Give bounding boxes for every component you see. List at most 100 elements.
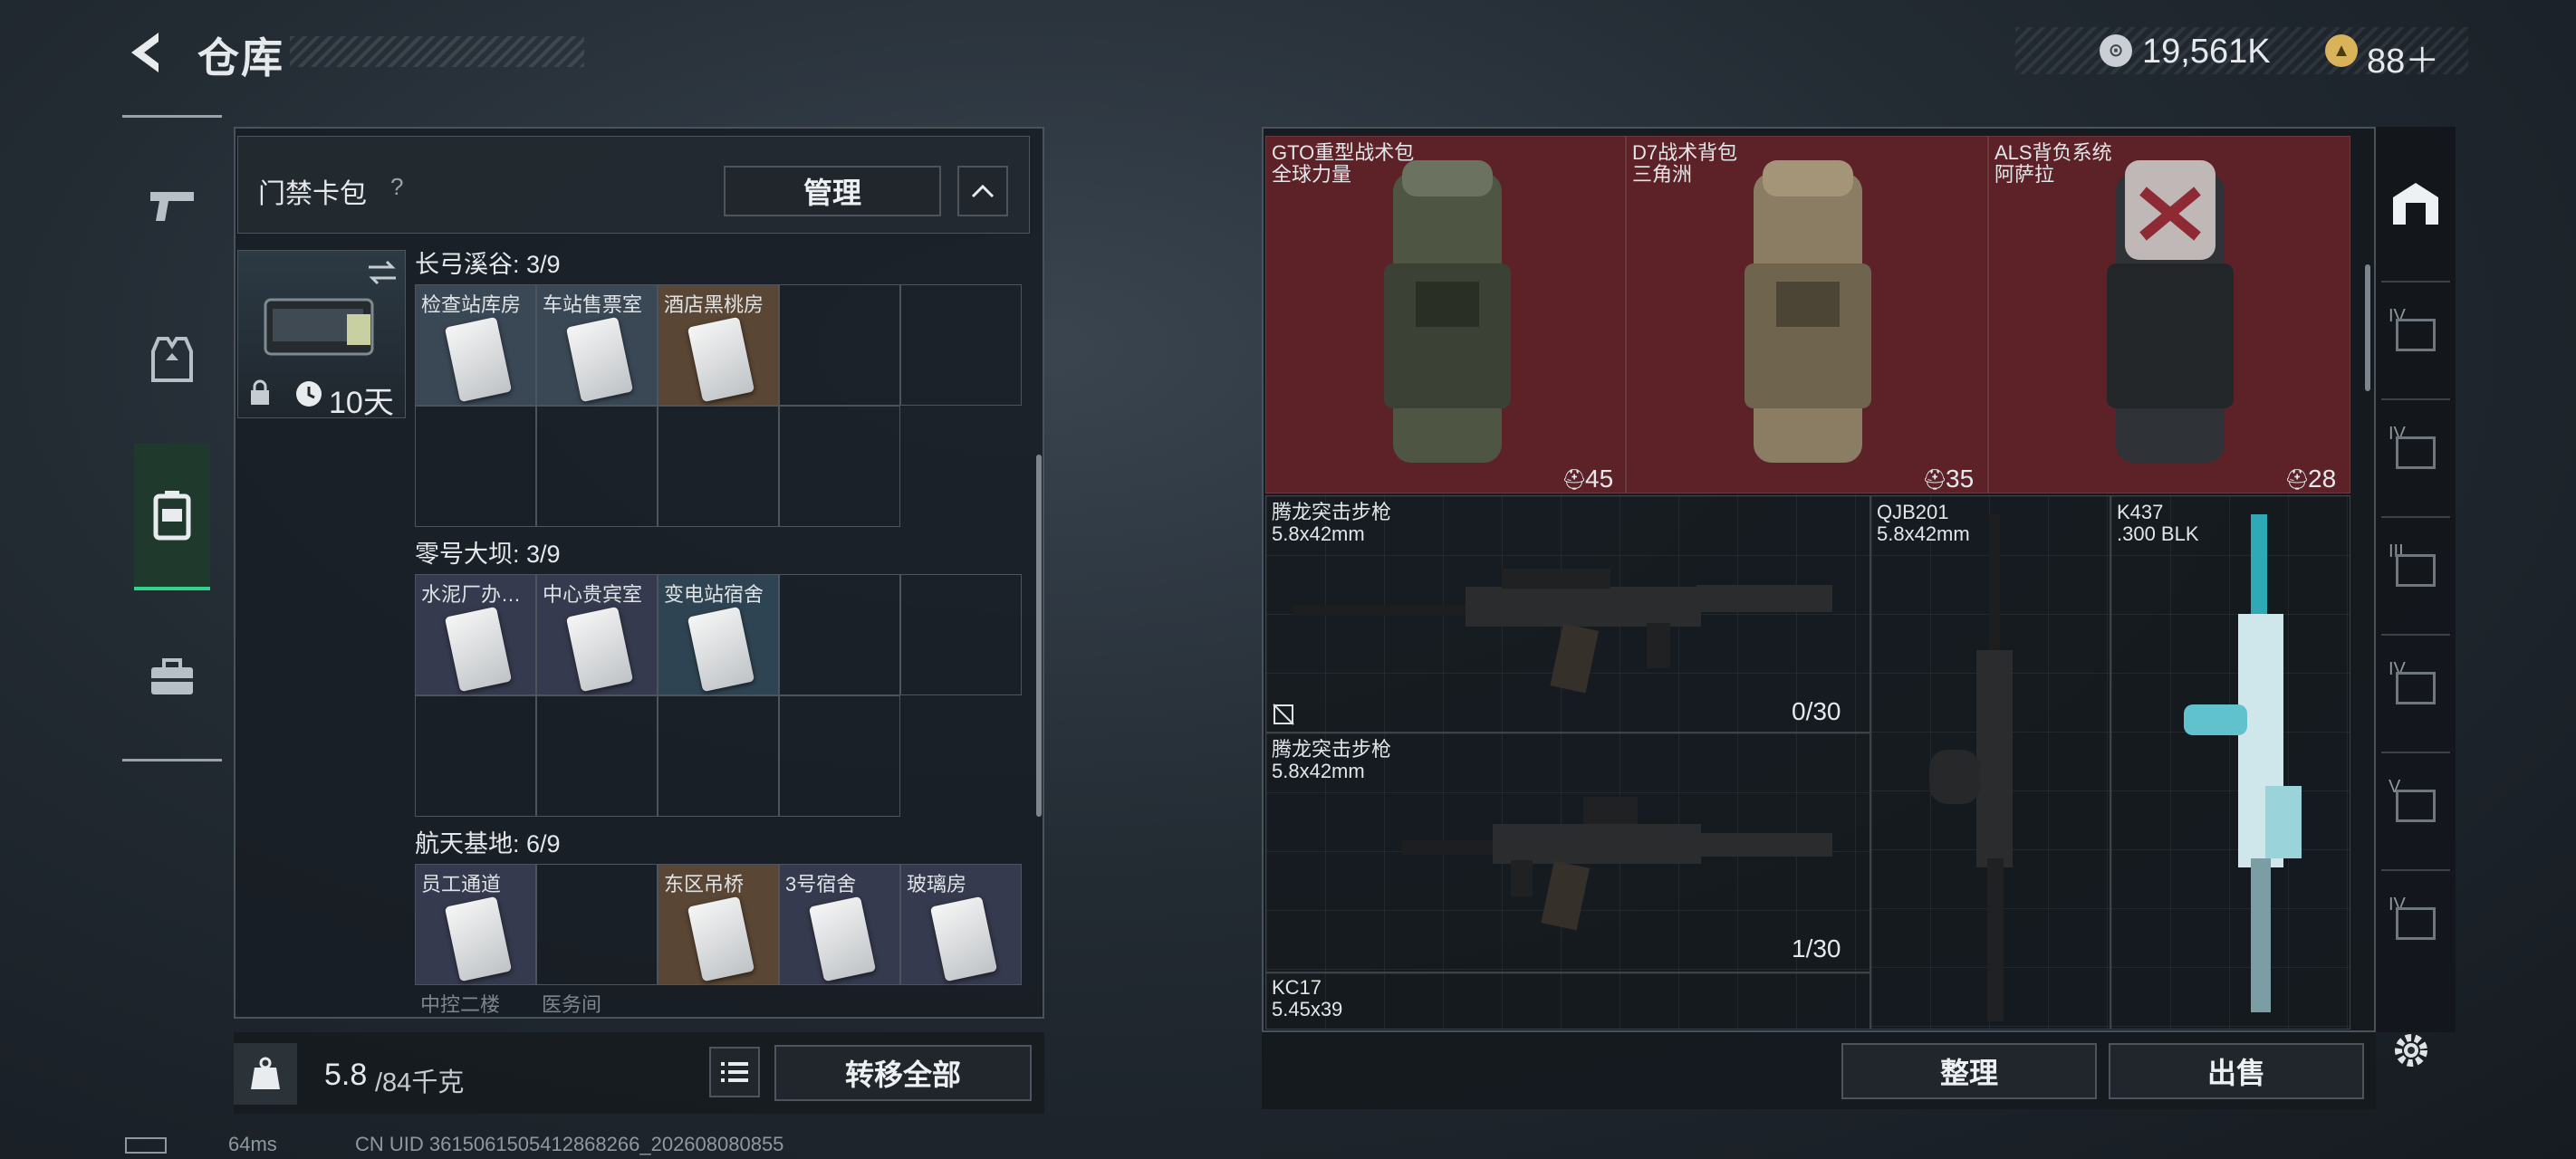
page-title: 仓库 <box>197 34 284 81</box>
empty-slot[interactable] <box>536 695 658 817</box>
help-icon[interactable]: ? <box>390 173 403 201</box>
nav-item-armor[interactable] <box>134 310 210 409</box>
keycard-slot[interactable]: 检查站库房 <box>415 284 536 406</box>
item-capacity: 28 <box>2308 465 2337 493</box>
keycard-slot[interactable]: 酒店黑桃房 <box>658 284 779 406</box>
keycard-slot[interactable]: 变电站宿舍 <box>658 574 779 695</box>
weapon-item[interactable]: QJB201 5.8x42mm <box>1870 495 2110 1030</box>
backpack-item[interactable]: GTO重型战术包 全球力量 ⛑ 45 <box>1265 136 1626 493</box>
keycard-slot[interactable]: 3号宿舍 <box>779 864 900 985</box>
empty-slot[interactable] <box>415 406 536 527</box>
keycard-name: 3号宿舍 <box>785 873 857 896</box>
panel-scrollbar[interactable] <box>1036 455 1042 817</box>
list-view-button[interactable] <box>709 1047 760 1097</box>
tab-container[interactable]: IV <box>2381 869 2450 969</box>
inventory-scrollbar[interactable] <box>2365 264 2370 391</box>
empty-slot[interactable] <box>536 864 658 985</box>
ammo-count: 0/30 <box>1792 697 1841 725</box>
nav-item-backpack[interactable] <box>134 444 210 590</box>
weight-value: 5.8 <box>324 1058 368 1092</box>
item-name: KC17 <box>1272 976 1322 999</box>
keycard-slot[interactable]: 中心贵宾室 <box>536 574 658 695</box>
keycard-pack-header: 门禁卡包 ? 管理 <box>237 136 1030 234</box>
backpack-item[interactable]: D7战术背包 三角洲 ⛑ 35 <box>1626 136 1988 493</box>
tab-container[interactable]: IV <box>2381 634 2450 733</box>
keycard-icon <box>444 606 513 693</box>
tab-container[interactable]: V <box>2381 752 2450 851</box>
item-capacity: 35 <box>1946 465 1975 493</box>
weapon-item[interactable]: 腾龙突击步枪 5.8x42mm 1/30 <box>1265 733 1870 972</box>
tickets-value[interactable]: 88＋ <box>2367 33 2439 82</box>
item-brand: 三角洲 <box>1632 163 1693 186</box>
keycard-name: 检查站库房 <box>421 293 522 316</box>
coin-icon: ⊙ <box>2100 34 2132 67</box>
nav-item-supplies[interactable] <box>134 627 210 726</box>
empty-slot[interactable] <box>900 284 1022 406</box>
capacity-icon: ⛑ <box>1922 468 1947 491</box>
keycard-slot[interactable]: 东区吊桥 <box>658 864 779 985</box>
tab-container[interactable]: III <box>2381 516 2450 616</box>
ammo-count: 1/30 <box>1792 934 1841 963</box>
keycard-pack-label: 门禁卡包 <box>258 179 367 209</box>
keycard-slot[interactable]: 车站售票室 <box>536 284 658 406</box>
item-brand: 全球力量 <box>1272 163 1352 186</box>
empty-slot[interactable] <box>658 695 779 817</box>
weapon-item[interactable]: K437 .300 BLK <box>2110 495 2350 1030</box>
transfer-icon <box>369 260 396 285</box>
capacity-icon: ⛑ <box>1562 468 1587 491</box>
tab-stash[interactable] <box>2376 145 2456 263</box>
keycard-name: 车站售票室 <box>543 293 643 316</box>
keycard-name: 医务间 <box>542 993 602 1013</box>
weapon-item[interactable]: 腾龙突击步枪 5.8x42mm 0/30 <box>1265 495 1870 733</box>
container-icon <box>2396 436 2436 469</box>
weight-icon <box>251 1057 280 1089</box>
collapse-button[interactable] <box>957 166 1008 216</box>
keycard-pack-item[interactable]: 10天 <box>237 250 406 420</box>
keycard-panel: 门禁卡包 ? 管理 10天 长弓溪谷: 3/9 检查站库房 车站售票室 酒店黑桃… <box>234 127 1044 1019</box>
currency-value: 19,561K <box>2142 33 2271 71</box>
empty-slot[interactable] <box>779 574 900 695</box>
container-icon <box>2396 554 2436 587</box>
keycard-grid: 员工通道 东区吊桥 3号宿舍 玻璃房 中控二楼 医务间 <box>415 864 1022 1013</box>
keycard-icon <box>444 896 513 982</box>
container-icon <box>2396 907 2436 940</box>
sort-button[interactable]: 整理 <box>1841 1043 2097 1099</box>
weapon-item[interactable]: KC17 5.45x39 <box>1265 972 1870 1030</box>
empty-slot[interactable] <box>536 406 658 527</box>
backpack-item[interactable]: ALS背负系统 阿萨拉 ⛑ 28 <box>1988 136 2350 493</box>
empty-slot[interactable] <box>415 695 536 817</box>
tab-container[interactable]: IV <box>2381 281 2450 380</box>
ping-text: 64ms <box>228 1133 277 1155</box>
manage-button[interactable]: 管理 <box>724 166 941 216</box>
back-arrow-icon[interactable] <box>122 27 168 78</box>
empty-slot[interactable] <box>779 695 900 817</box>
keycard-icon <box>929 896 998 982</box>
keycard-grid: 水泥厂办… 中心贵宾室 变电站宿舍 <box>415 574 1022 819</box>
rifle-image <box>1929 514 2013 1021</box>
empty-slot[interactable] <box>658 406 779 527</box>
weight-capacity: /84千克 <box>375 1068 465 1097</box>
group-title: 航天基地: 6/9 <box>415 830 561 857</box>
empty-slot[interactable] <box>779 284 900 406</box>
settings-button[interactable] <box>2384 1023 2438 1078</box>
sell-button[interactable]: 出售 <box>2109 1043 2364 1099</box>
container-icon <box>2396 319 2436 351</box>
keycard-icon <box>808 896 877 982</box>
chevron-up-icon <box>971 184 995 198</box>
keycard-name: 员工通道 <box>421 873 502 896</box>
empty-slot[interactable] <box>900 574 1022 695</box>
gear-icon <box>2395 1034 2427 1067</box>
tab-container[interactable]: IV <box>2381 398 2450 498</box>
keycard-slot[interactable]: 员工通道 <box>415 864 536 985</box>
keycard-icon <box>444 316 513 403</box>
keycard-slot[interactable]: 玻璃房 <box>900 864 1022 985</box>
empty-slot[interactable] <box>779 406 900 527</box>
lock-icon <box>251 379 269 405</box>
backpack-image <box>1745 160 1871 463</box>
nav-item-weapons[interactable] <box>134 156 210 255</box>
transfer-all-button[interactable]: 转移全部 <box>774 1045 1032 1101</box>
keycard-grid: 检查站库房 车站售票室 酒店黑桃房 <box>415 284 1022 529</box>
item-name: D7战术背包 <box>1632 141 1738 164</box>
keycard-slot[interactable]: 水泥厂办… <box>415 574 536 695</box>
keycard-name: 酒店黑桃房 <box>664 293 764 316</box>
